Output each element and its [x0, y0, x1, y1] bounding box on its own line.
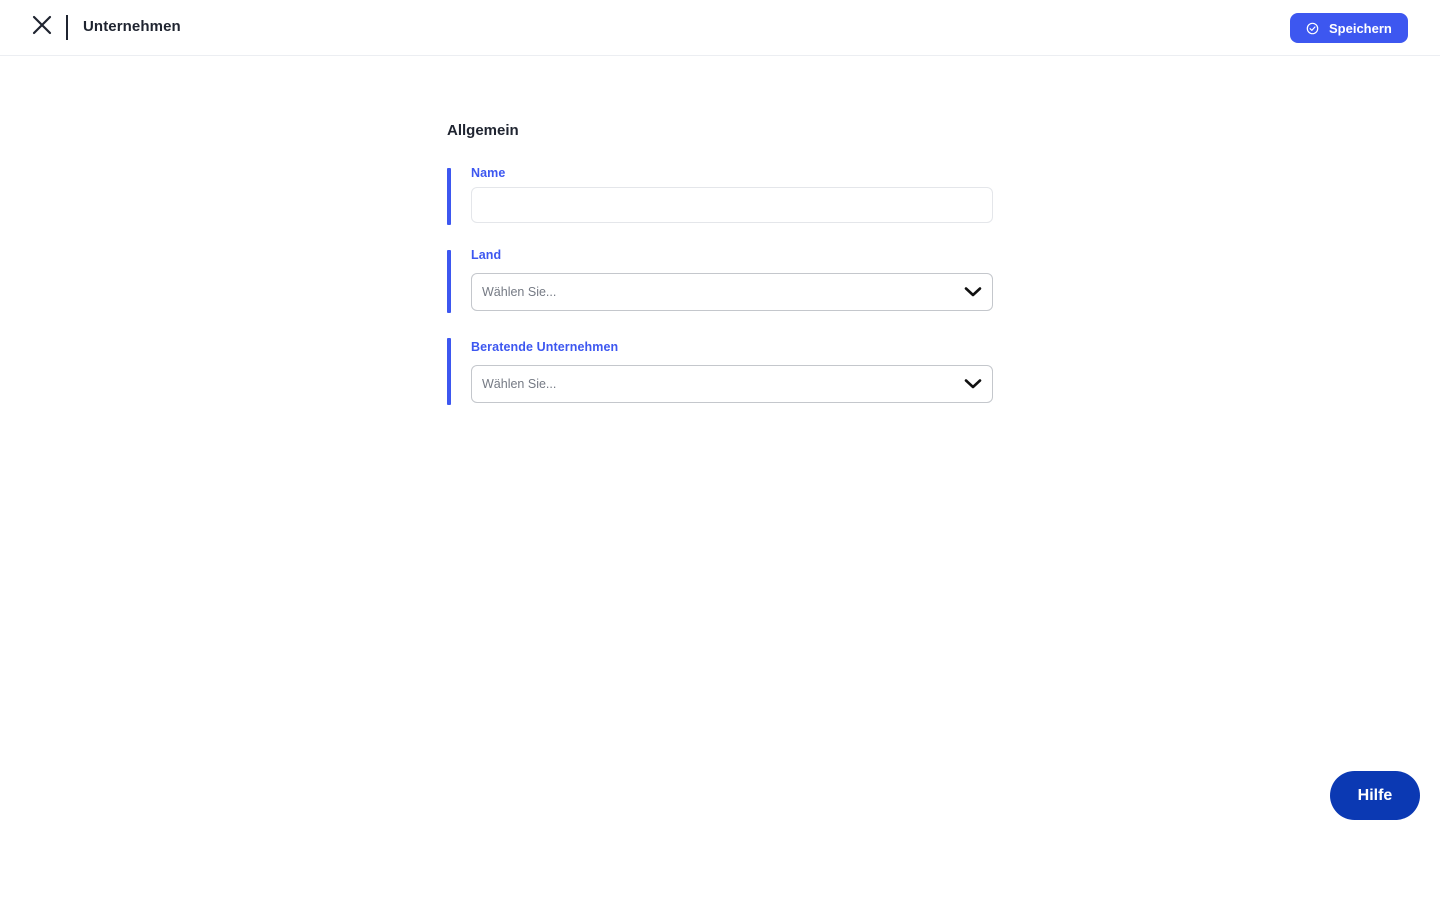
field-label-land: Land — [471, 248, 502, 262]
field-accent-bar — [447, 338, 451, 405]
chevron-down-icon — [964, 286, 982, 298]
field-label-name: Name — [471, 166, 506, 180]
title-divider — [66, 15, 68, 40]
name-input[interactable] — [471, 187, 993, 223]
close-icon — [32, 15, 52, 40]
top-bar: Unternehmen Speichern — [0, 0, 1440, 56]
close-button[interactable] — [29, 14, 55, 40]
save-button-label: Speichern — [1329, 20, 1392, 36]
field-beratende-unternehmen: Beratende Unternehmen Wählen Sie... — [447, 338, 993, 405]
field-label-beratende-unternehmen: Beratende Unternehmen — [471, 340, 619, 354]
help-button[interactable]: Hilfe — [1330, 771, 1420, 820]
field-land: Land Wählen Sie... — [447, 248, 993, 313]
company-form: Allgemein Name Land Wählen Sie... Berate… — [447, 120, 993, 405]
field-accent-bar — [447, 168, 451, 225]
section-title: Allgemein — [447, 122, 519, 139]
save-button[interactable]: Speichern — [1290, 13, 1408, 43]
beratende-unternehmen-select-placeholder: Wählen Sie... — [482, 377, 557, 391]
check-circle-icon — [1306, 22, 1319, 35]
field-name: Name — [447, 166, 993, 225]
land-select[interactable]: Wählen Sie... — [471, 273, 993, 311]
page-title: Unternehmen — [83, 18, 181, 35]
chevron-down-icon — [964, 378, 982, 390]
land-select-placeholder: Wählen Sie... — [482, 285, 557, 299]
beratende-unternehmen-select[interactable]: Wählen Sie... — [471, 365, 993, 403]
field-accent-bar — [447, 250, 451, 313]
